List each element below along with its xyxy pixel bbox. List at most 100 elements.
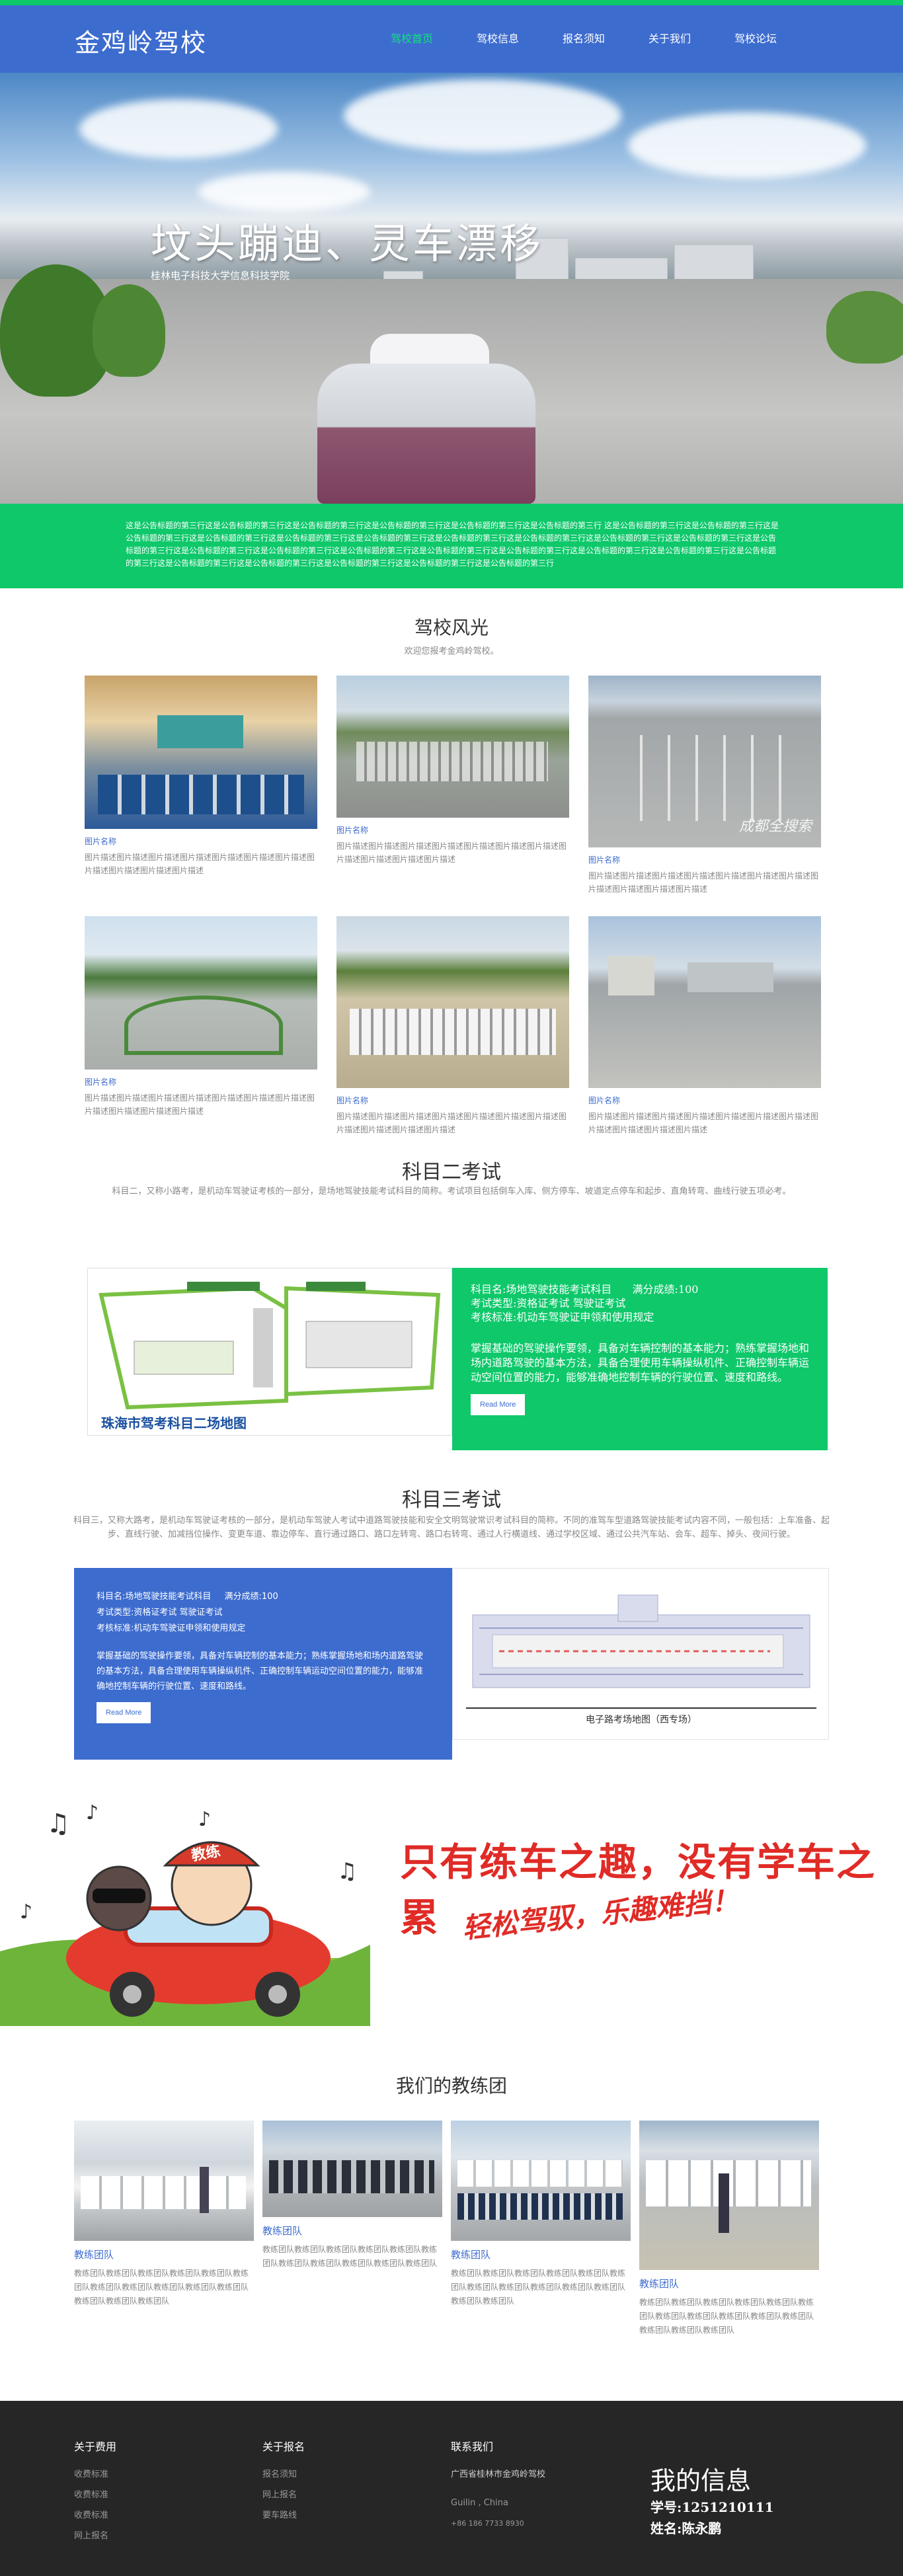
my-info: 我的信息 学号:1251210111 姓名:陈永鹏 — [650, 2460, 774, 2539]
gallery-image[interactable]: 成都全搜索 — [588, 676, 821, 847]
gallery-item-desc: 图片描述图片描述图片描述图片描述图片描述图片描述图片描述图片描述图片描述图片描述… — [336, 1112, 567, 1134]
coach-image[interactable] — [262, 2121, 442, 2217]
gallery-item-desc: 图片描述图片描述图片描述图片描述图片描述图片描述图片描述图片描述图片描述图片描述… — [336, 841, 567, 864]
gallery-image[interactable] — [336, 676, 569, 818]
gallery-item[interactable]: 成都全搜索 图片名称 图片描述图片描述图片描述图片描述图片描述图片描述图片描述图… — [588, 676, 821, 896]
subject2-standard: 考核标准:机动车驾驶证申领和使用规定 — [471, 1311, 654, 1323]
contact-address: 广西省桂林市金鸡岭驾校 — [451, 2470, 546, 2479]
gallery-item[interactable]: 图片名称 图片描述图片描述图片描述图片描述图片描述图片描述图片描述图片描述图片描… — [85, 916, 317, 1118]
svg-text:♫: ♫ — [46, 1809, 70, 1839]
nav-forum[interactable]: 驾校论坛 — [713, 30, 799, 46]
page: { "header": { "logo": "金鸡岭驾校", "nav": ["… — [0, 0, 903, 2576]
header: 金鸡岭驾校 驾校首页 驾校信息 报名须知 关于我们 驾校论坛 — [0, 5, 903, 73]
gallery-item-name[interactable]: 图片名称 — [336, 1095, 569, 1106]
subject2-title: 科目二考试 — [402, 1161, 501, 1184]
gallery-image[interactable] — [588, 916, 821, 1088]
gallery-item-name[interactable]: 图片名称 — [336, 824, 569, 836]
gallery-item[interactable]: 图片名称 图片描述图片描述图片描述图片描述图片描述图片描述图片描述图片描述图片描… — [588, 916, 821, 1136]
map-caption: 电子路考场地图（西专场） — [586, 1715, 697, 1725]
subject3-desc: 科目三，又称大路考，是机动车驾驶证考核的一部分，是机动车驾驶人考试中道路驾驶技能… — [73, 1516, 830, 1540]
gallery-image[interactable] — [85, 676, 317, 829]
subject3-standard: 考核标准:机动车驾驶证申领和使用规定 — [97, 1623, 246, 1633]
read-more-button[interactable]: Read More — [471, 1394, 526, 1415]
footer-link[interactable]: 收费标准 — [74, 2505, 116, 2526]
footer-link[interactable]: 报名须知 — [262, 2464, 305, 2485]
subject3-name: 科目名:场地驾驶技能考试科目 — [97, 1592, 212, 1602]
coaches-header: 我们的教练团 — [0, 2072, 903, 2098]
footer-link[interactable]: 收费标准 — [74, 2464, 116, 2485]
subject2-map: 珠海市驾考科目二场地图 — [87, 1268, 452, 1436]
svg-text:♫: ♫ — [337, 1858, 357, 1885]
coach-card[interactable]: 教练团队 教练团队教练团队教练团队教练团队教练团队教练团队教练团队教练团队教练团… — [639, 2121, 819, 2337]
gallery-item[interactable]: 图片名称 图片描述图片描述图片描述图片描述图片描述图片描述图片描述图片描述图片描… — [85, 676, 317, 877]
subject3-score: 满分成绩:100 — [224, 1592, 278, 1602]
subject2-name: 科目名:场地驾驶技能考试科目 — [471, 1283, 612, 1296]
my-info-student-id: 学号:1251210111 — [650, 2499, 774, 2515]
hall-screen — [157, 715, 243, 748]
coach-image[interactable] — [74, 2121, 254, 2241]
svg-text:♪: ♪ — [20, 1900, 32, 1924]
lane-markings — [615, 735, 800, 821]
coach-card[interactable]: 教练团队 教练团队教练团队教练团队教练团队教练团队教练团队教练团队教练团队教练团… — [74, 2121, 254, 2308]
gallery-item-desc: 图片描述图片描述图片描述图片描述图片描述图片描述图片描述图片描述图片描述图片描述… — [588, 1112, 819, 1134]
footer-link[interactable]: 网上报名 — [262, 2485, 305, 2505]
footer-registration-title: 关于报名 — [262, 2440, 305, 2453]
coach-desc: 教练团队教练团队教练团队教练团队教练团队教练团队教练团队教练团队教练团队教练团队… — [74, 2269, 249, 2306]
read-more-button[interactable]: Read More — [97, 1702, 151, 1723]
coach-card[interactable]: 教练团队 教练团队教练团队教练团队教练团队教练团队教练团队教练团队教练团队教练团… — [451, 2121, 631, 2308]
svg-text:♪: ♪ — [86, 1801, 98, 1824]
coach-name[interactable]: 教练团队 — [262, 2224, 442, 2238]
gallery-item-desc: 图片描述图片描述图片描述图片描述图片描述图片描述图片描述图片描述图片描述图片描述… — [85, 853, 315, 875]
coach-desc: 教练团队教练团队教练团队教练团队教练团队教练团队教练团队教练团队教练团队教练团队… — [262, 2245, 438, 2268]
gallery-item-desc: 图片描述图片描述图片描述图片描述图片描述图片描述图片描述图片描述图片描述图片描述… — [588, 871, 819, 894]
footer-link[interactable]: 网上报名 — [74, 2526, 116, 2546]
promo-banner: ♫ ♪ ♪ ♫ ♪ 教练 只有练车之趣，没有学车之累 轻松驾驭，乐趣难挡！ — [0, 1793, 903, 2026]
contact-phone: +86 186 7733 8930 — [451, 2519, 524, 2528]
gallery-item-name[interactable]: 图片名称 — [588, 1095, 821, 1106]
watermark: 成都全搜索 — [738, 818, 812, 835]
nav-about[interactable]: 关于我们 — [627, 30, 713, 46]
footer-link[interactable]: 要车路线 — [262, 2505, 305, 2526]
subject3-info: 科目名:场地驾驶技能考试科目 满分成绩:100 考试类型:资格证考试 驾驶证考试… — [74, 1568, 452, 1760]
cloud — [198, 172, 370, 212]
hall-desks — [98, 775, 304, 814]
course-map — [88, 1268, 451, 1435]
building — [687, 962, 773, 992]
nav-home[interactable]: 驾校首页 — [369, 30, 455, 46]
tree — [93, 284, 165, 377]
gallery-item-name[interactable]: 图片名称 — [85, 1076, 317, 1087]
subject3-type: 考试类型:资格证考试 驾驶证考试 — [97, 1608, 223, 1618]
gallery-header: 驾校风光 欢迎您报考金鸡岭驾校。 — [0, 613, 903, 656]
footer-link[interactable]: 收费标准 — [74, 2485, 116, 2505]
coach-image[interactable] — [639, 2121, 819, 2270]
parked-cars — [356, 742, 548, 781]
hero-subtitle: 桂林电子科技大学信息科技学院 — [151, 270, 290, 282]
footer: 关于费用 收费标准 收费标准 收费标准 网上报名 关于报名 报名须知 网上报名 … — [0, 2401, 903, 2576]
hero-banner: 坟头蹦迪、灵车漂移 桂林电子科技大学信息科技学院 — [0, 73, 903, 504]
site-logo[interactable]: 金鸡岭驾校 — [75, 22, 207, 59]
coach-person — [719, 2173, 729, 2233]
gallery-image[interactable] — [85, 916, 317, 1070]
subject3-title: 科目三考试 — [402, 1489, 501, 1512]
gallery-item-name[interactable]: 图片名称 — [588, 854, 821, 865]
coach-name[interactable]: 教练团队 — [639, 2277, 819, 2290]
coach-name[interactable]: 教练团队 — [451, 2247, 631, 2261]
track-curve — [124, 995, 283, 1055]
coach-name[interactable]: 教练团队 — [74, 2247, 254, 2261]
footer-col-fees: 关于费用 收费标准 收费标准 收费标准 网上报名 — [74, 2438, 116, 2546]
footer-col-registration: 关于报名 报名须知 网上报名 要车路线 — [262, 2438, 305, 2526]
car-body — [317, 364, 535, 504]
coach-cars — [81, 2176, 246, 2209]
building — [608, 956, 654, 995]
cartoon-illustration: ♫ ♪ ♪ ♫ ♪ — [0, 1801, 370, 2026]
gallery-image[interactable] — [336, 916, 569, 1088]
coach-card[interactable]: 教练团队 教练团队教练团队教练团队教练团队教练团队教练团队教练团队教练团队教练团… — [262, 2121, 442, 2271]
gallery-item[interactable]: 图片名称 图片描述图片描述图片描述图片描述图片描述图片描述图片描述图片描述图片描… — [336, 676, 569, 866]
nav-registration[interactable]: 报名须知 — [541, 30, 627, 46]
gallery-item[interactable]: 图片名称 图片描述图片描述图片描述图片描述图片描述图片描述图片描述图片描述图片描… — [336, 916, 569, 1136]
gallery-item-name[interactable]: 图片名称 — [85, 836, 317, 847]
coach-image[interactable] — [451, 2121, 631, 2241]
footer-contact-title: 联系我们 — [451, 2440, 494, 2453]
nav-school-info[interactable]: 驾校信息 — [455, 30, 541, 46]
coach-desc: 教练团队教练团队教练团队教练团队教练团队教练团队教练团队教练团队教练团队教练团队… — [639, 2298, 814, 2335]
